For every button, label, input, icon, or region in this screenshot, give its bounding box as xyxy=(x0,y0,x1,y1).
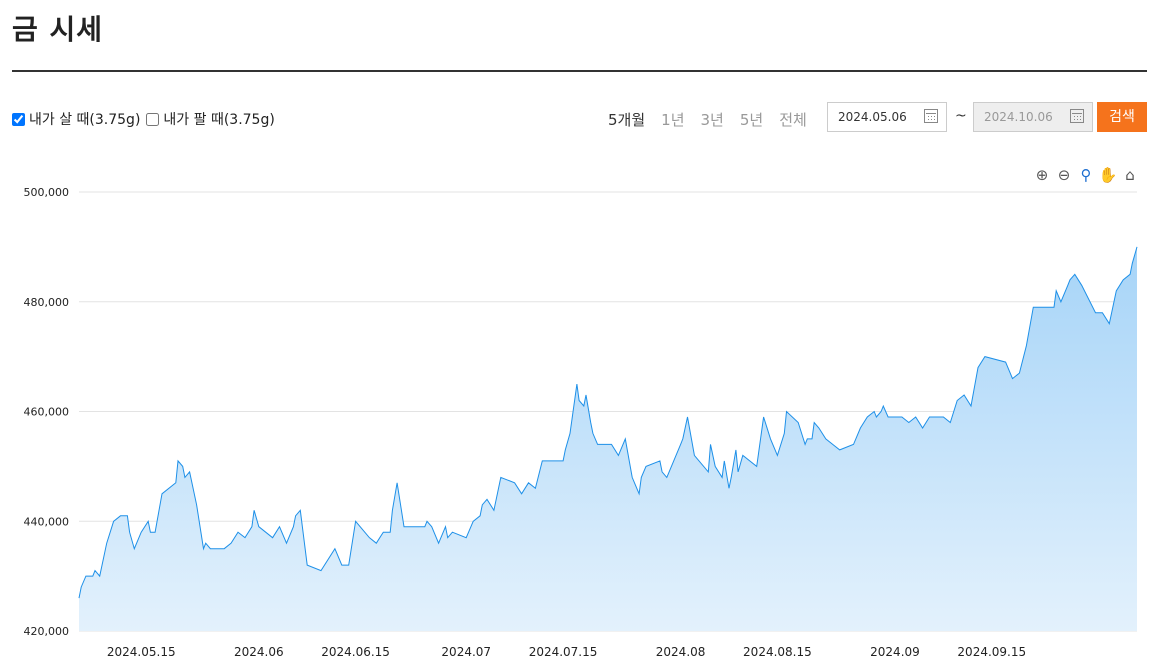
x-tick-label: 2024.07 xyxy=(441,645,491,659)
price-area-fill xyxy=(79,246,1137,631)
x-tick-label: 2024.09.15 xyxy=(957,645,1026,659)
x-tick-label: 2024.06 xyxy=(234,645,284,659)
x-tick-label: 2024.08.15 xyxy=(743,645,812,659)
x-tick-label: 2024.06.15 xyxy=(321,645,390,659)
y-tick-label: 480,000 xyxy=(24,296,70,309)
gold-price-chart[interactable]: 420,000 440,000 460,000 480,000 500,000 2024… xyxy=(0,0,1151,669)
y-tick-label: 420,000 xyxy=(24,625,70,638)
x-tick-label: 2024.07.15 xyxy=(529,645,598,659)
x-tick-label: 2024.09 xyxy=(870,645,920,659)
y-tick-label: 460,000 xyxy=(24,406,70,419)
x-tick-label: 2024.05.15 xyxy=(107,645,176,659)
x-tick-label: 2024.08 xyxy=(656,645,706,659)
y-tick-label: 440,000 xyxy=(24,515,70,528)
y-tick-label: 500,000 xyxy=(24,186,70,199)
